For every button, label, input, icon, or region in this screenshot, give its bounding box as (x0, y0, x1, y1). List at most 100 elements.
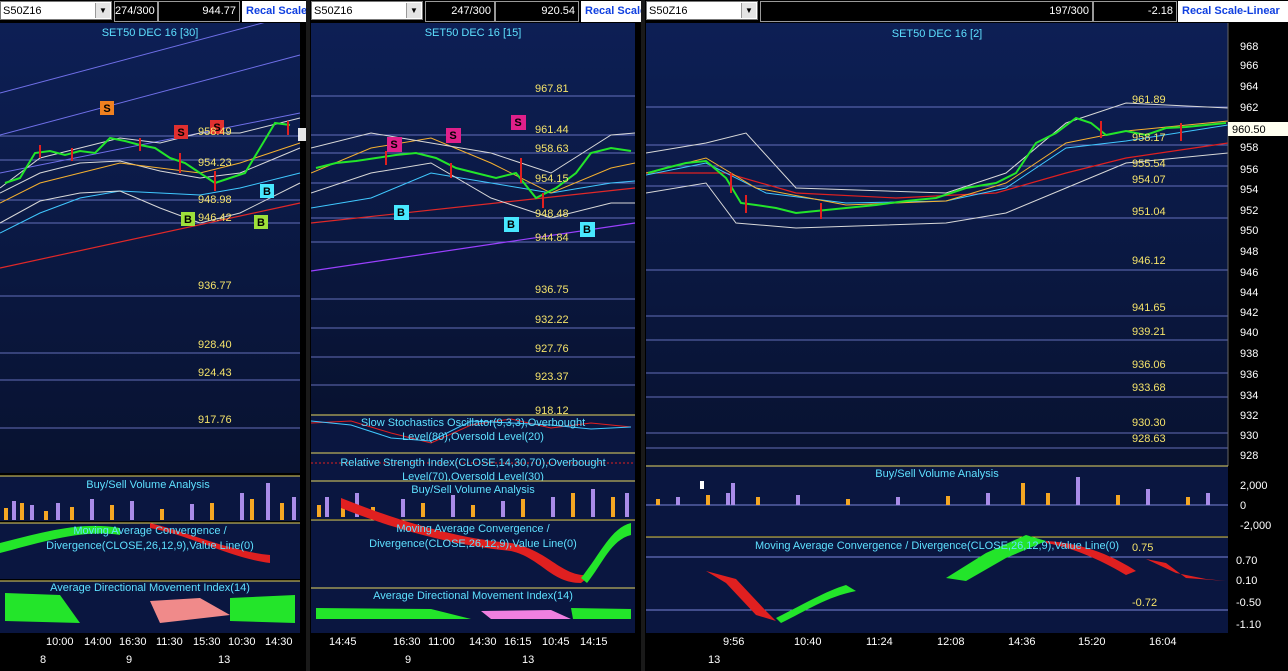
panel-1-toolbar: S50Z16 ▼ 274/300 944.77 Recal Scale (0, 0, 306, 23)
price-chart[interactable]: 961.89 958.17 955.54 954.07 951.04 946.1… (646, 23, 1288, 671)
panel-divider[interactable] (306, 0, 310, 671)
chevron-down-icon[interactable]: ▼ (95, 3, 110, 18)
svg-text:-1.10: -1.10 (1236, 619, 1261, 631)
recal-scale-button[interactable]: Recal Scale-Linear (1178, 1, 1288, 22)
date-label: 9 (126, 654, 132, 666)
value-readout: -2.18 (1093, 1, 1177, 22)
symbol-selector[interactable]: S50Z16 ▼ (311, 1, 423, 20)
indicator-title: Moving Average Convergence / (73, 525, 227, 537)
symbol-text: S50Z16 (314, 5, 353, 17)
price-level-label: 939.21 (1132, 326, 1166, 338)
symbol-text: S50Z16 (649, 5, 688, 17)
svg-text:968: 968 (1240, 41, 1258, 53)
svg-text:944: 944 (1240, 287, 1258, 299)
svg-text:942: 942 (1240, 307, 1258, 319)
svg-text:940: 940 (1240, 327, 1258, 339)
svg-text:934: 934 (1240, 390, 1258, 402)
price-level-label: 958.17 (1132, 132, 1166, 144)
time-label: 14:45 (329, 636, 357, 648)
svg-text:956: 956 (1240, 164, 1258, 176)
chevron-down-icon[interactable]: ▼ (406, 3, 421, 18)
date-label: 13 (522, 654, 534, 666)
time-label: 16:04 (1149, 636, 1177, 648)
price-level-label: 928.40 (198, 339, 232, 351)
macd-value-label: 0.75 (1132, 542, 1153, 554)
price-level-label: 948.98 (198, 194, 232, 206)
svg-text:962: 962 (1240, 102, 1258, 114)
time-label: 14:30 (265, 636, 293, 648)
price-level-label: 955.54 (1132, 158, 1166, 170)
price-level-label: 961.44 (535, 124, 569, 136)
price-level-label: 946.42 (198, 212, 232, 224)
svg-text:932: 932 (1240, 410, 1258, 422)
price-level-label: 958.49 (198, 126, 232, 138)
chart-panel-1: S50Z16 ▼ 274/300 944.77 Recal Scale S S … (0, 0, 306, 671)
buy-signal: B (397, 207, 405, 219)
time-label: 14:30 (469, 636, 497, 648)
price-level-label: 936.06 (1132, 359, 1166, 371)
svg-text:930: 930 (1240, 430, 1258, 442)
symbol-text: S50Z16 (3, 5, 42, 17)
time-label: 14:36 (1008, 636, 1036, 648)
symbol-selector[interactable]: S50Z16 ▼ (646, 1, 758, 20)
price-chart[interactable]: S S S B B B 958.49 954.23 948.98 946.42 … (0, 23, 306, 671)
price-level-label: 944.84 (535, 232, 569, 244)
price-level-label: 954.07 (1132, 174, 1166, 186)
indicator-title: Buy/Sell Volume Analysis (411, 484, 535, 496)
svg-text:0: 0 (1240, 500, 1246, 512)
buy-signal: B (263, 186, 271, 198)
current-price-marker: 960.50 (1232, 124, 1266, 136)
recal-scale-button[interactable]: Recal Scale (581, 1, 641, 22)
time-label: 16:30 (393, 636, 421, 648)
svg-text:946: 946 (1240, 267, 1258, 279)
indicator-title: Buy/Sell Volume Analysis (86, 479, 210, 491)
indicator-title: Buy/Sell Volume Analysis (875, 468, 999, 480)
chart-title: SET50 DEC 16 [30] (102, 27, 199, 39)
buy-signal: B (583, 224, 591, 236)
bar-count: 197/300 (760, 1, 1093, 22)
svg-text:952: 952 (1240, 205, 1258, 217)
price-level-label: 923.37 (535, 371, 569, 383)
time-label: 16:30 (119, 636, 147, 648)
svg-text:938: 938 (1240, 348, 1258, 360)
price-level-label: 948.48 (535, 208, 569, 220)
indicator-title: Divergence(CLOSE,26,12,9),Value Line(0) (46, 540, 254, 552)
macd-value-label: -0.72 (1132, 597, 1157, 609)
chart-panel-2: S50Z16 ▼ 247/300 920.54 Recal Scale S S … (311, 0, 641, 671)
time-label: 15:20 (1078, 636, 1106, 648)
svg-text:936: 936 (1240, 369, 1258, 381)
buy-signal: B (184, 214, 192, 226)
svg-text:958: 958 (1240, 142, 1258, 154)
time-label: 10:30 (228, 636, 256, 648)
buy-signal: B (257, 217, 265, 229)
svg-text:966: 966 (1240, 60, 1258, 72)
price-level-label: 958.63 (535, 143, 569, 155)
chart-panel-3: S50Z16 ▼ 197/300 -2.18 Recal Scale-Linea… (646, 0, 1288, 671)
svg-text:954: 954 (1240, 184, 1258, 196)
price-level-label: 967.81 (535, 83, 569, 95)
indicator-title: Slow Stochastics Oscillator(9,3,3),Overb… (361, 417, 585, 429)
date-label: 8 (40, 654, 46, 666)
panel-3-toolbar: S50Z16 ▼ 197/300 -2.18 Recal Scale-Linea… (646, 0, 1288, 23)
recal-scale-button[interactable]: Recal Scale (242, 1, 306, 22)
time-label: 9:56 (723, 636, 744, 648)
date-label: 13 (708, 654, 720, 666)
time-label: 10:00 (46, 636, 74, 648)
price-axis: 968 966 964 962 960 958 956 954 952 950 … (1240, 41, 1258, 462)
chevron-down-icon[interactable]: ▼ (741, 3, 756, 18)
indicator-title: Moving Average Convergence / (396, 523, 550, 535)
time-label: 16:15 (504, 636, 532, 648)
symbol-selector[interactable]: S50Z16 ▼ (0, 1, 112, 20)
price-level-label: 954.15 (535, 173, 569, 185)
price-level-label: 936.75 (535, 284, 569, 296)
indicator-title: Relative Strength Index(CLOSE,14,30,70),… (340, 457, 605, 469)
time-label: 15:30 (193, 636, 221, 648)
bar-count: 247/300 (425, 1, 495, 22)
price-chart[interactable]: S S S B B B 967.81 961.44 958.63 954.15 … (311, 23, 641, 671)
panel-divider[interactable] (641, 0, 645, 671)
price-level-label: 941.65 (1132, 302, 1166, 314)
time-label: 12:08 (937, 636, 965, 648)
price-level-label: 927.76 (535, 343, 569, 355)
indicator-title: Level(80),Oversold Level(20) (402, 431, 544, 443)
price-level-label: 933.68 (1132, 382, 1166, 394)
